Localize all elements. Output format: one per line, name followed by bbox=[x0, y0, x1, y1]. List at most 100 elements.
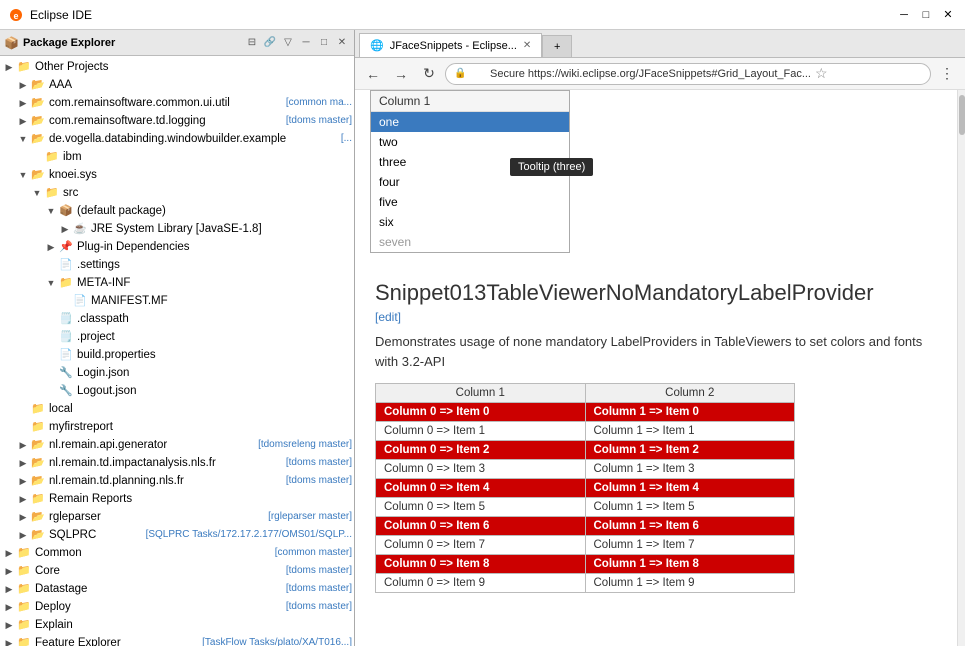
tree-item[interactable]: ▶📂nl.remain.api.generator [tdomsreleng m… bbox=[0, 436, 354, 454]
minimize-button[interactable]: ─ bbox=[895, 6, 913, 24]
browser-menu-button[interactable]: ⋮ bbox=[935, 62, 959, 86]
table-cell-col2: Column 1 => Item 9 bbox=[585, 574, 795, 593]
tree-arrow: ▶ bbox=[16, 492, 30, 506]
table-cell-col1: Column 0 => Item 0 bbox=[376, 403, 586, 422]
tree-label: build.properties bbox=[77, 347, 352, 363]
link-button[interactable]: 🔗 bbox=[262, 35, 278, 51]
tree-item[interactable]: ▶📁Feature Explorer [TaskFlow Tasks/plato… bbox=[0, 634, 354, 646]
tree-item[interactable]: ▶📂rgleparser [rgleparser master] bbox=[0, 508, 354, 526]
tree-arrow: ▶ bbox=[2, 60, 16, 74]
tree-item[interactable]: 📁ibm bbox=[0, 148, 354, 166]
close-button[interactable]: ✕ bbox=[939, 6, 957, 24]
table-cell-col2: Column 1 => Item 7 bbox=[585, 536, 795, 555]
view-menu-button[interactable]: ▽ bbox=[280, 35, 296, 51]
edit-link[interactable]: [edit] bbox=[375, 310, 937, 324]
tree-label: Common bbox=[35, 545, 271, 561]
table-cell-col1: Column 0 => Item 6 bbox=[376, 517, 586, 536]
scrollbar-thumb[interactable] bbox=[959, 95, 965, 135]
minimize-view-button[interactable]: ─ bbox=[298, 35, 314, 51]
table-cell-col1: Column 0 => Item 2 bbox=[376, 441, 586, 460]
tree-item[interactable]: ▶📂nl.remain.td.planning.nls.fr [tdoms ma… bbox=[0, 472, 354, 490]
tree-item[interactable]: ▶📂com.remainsoftware.common.ui.util [com… bbox=[0, 94, 354, 112]
title-bar: e Eclipse IDE ─ □ ✕ bbox=[0, 0, 965, 30]
forward-button[interactable]: → bbox=[389, 62, 413, 86]
table-cell-col2: Column 1 => Item 1 bbox=[585, 422, 795, 441]
tree-arrow: ▶ bbox=[16, 528, 30, 542]
tree-label: com.remainsoftware.common.ui.util bbox=[49, 95, 282, 111]
tree-item[interactable]: ▶☕JRE System Library [JavaSE-1.8] bbox=[0, 220, 354, 238]
maximize-view-button[interactable]: □ bbox=[316, 35, 332, 51]
table-header-col1: Column 1 bbox=[376, 384, 586, 403]
tree-item[interactable]: 🔧Login.json bbox=[0, 364, 354, 382]
dropdown-item-four[interactable]: four bbox=[371, 172, 569, 192]
tree-arrow: ▼ bbox=[16, 168, 30, 182]
tree-item[interactable]: ▶📁Remain Reports bbox=[0, 490, 354, 508]
table-row: Column 0 => Item 6Column 1 => Item 6 bbox=[376, 517, 795, 536]
tree-tag: [common master] bbox=[275, 545, 352, 561]
tree-tag: [tdoms master] bbox=[286, 113, 352, 129]
table-cell-col2: Column 1 => Item 3 bbox=[585, 460, 795, 479]
left-panel: 📦 Package Explorer ⊟ 🔗 ▽ ─ □ ✕ ▶📁Other P… bbox=[0, 30, 355, 646]
dropdown-item-two[interactable]: two bbox=[371, 132, 569, 152]
tree-item[interactable]: ▶📂nl.remain.td.impactanalysis.nls.fr [td… bbox=[0, 454, 354, 472]
tree-label: nl.remain.api.generator bbox=[49, 437, 254, 453]
tree-label: Datastage bbox=[35, 581, 282, 597]
tree-label: Login.json bbox=[77, 365, 352, 381]
tree-item[interactable]: ▶📁Common [common master] bbox=[0, 544, 354, 562]
new-tab-button[interactable]: + bbox=[542, 35, 572, 57]
dropdown-item-six[interactable]: six bbox=[371, 212, 569, 232]
dropdown-item-seven[interactable]: seven bbox=[371, 232, 569, 252]
tree-item[interactable]: 📁local bbox=[0, 400, 354, 418]
tree-item[interactable]: 📄build.properties bbox=[0, 346, 354, 364]
dropdown-item-one[interactable]: one bbox=[371, 112, 569, 132]
table-cell-col1: Column 0 => Item 9 bbox=[376, 574, 586, 593]
tree-item[interactable]: ▶📁Core [tdoms master] bbox=[0, 562, 354, 580]
tree-icon: 📂 bbox=[30, 167, 46, 183]
tree-arrow: ▶ bbox=[2, 636, 16, 646]
dropdown-item-five[interactable]: five bbox=[371, 192, 569, 212]
tree-item[interactable]: 🗒️.project bbox=[0, 328, 354, 346]
tree-item[interactable]: ▶📌Plug-in Dependencies bbox=[0, 238, 354, 256]
table-row: Column 0 => Item 8Column 1 => Item 8 bbox=[376, 555, 795, 574]
address-field[interactable]: 🔒 Secure https://wiki.eclipse.org/JFaceS… bbox=[445, 63, 931, 85]
main-container: 📦 Package Explorer ⊟ 🔗 ▽ ─ □ ✕ ▶📁Other P… bbox=[0, 30, 965, 646]
app-icon: e bbox=[8, 7, 24, 23]
tree-item[interactable]: ▶📁Explain bbox=[0, 616, 354, 634]
tree-icon: 🔧 bbox=[58, 365, 74, 381]
collapse-all-button[interactable]: ⊟ bbox=[244, 35, 260, 51]
browser-scrollbar[interactable] bbox=[957, 90, 965, 646]
tree-item[interactable]: 🗒️.classpath bbox=[0, 310, 354, 328]
tree-item[interactable]: ▼📂de.vogella.databinding.windowbuilder.e… bbox=[0, 130, 354, 148]
tree-item[interactable]: ▶📁Other Projects bbox=[0, 58, 354, 76]
tree-item[interactable]: 📄.settings bbox=[0, 256, 354, 274]
tree-item[interactable]: ▶📂com.remainsoftware.td.logging [tdoms m… bbox=[0, 112, 354, 130]
tree-icon: 📁 bbox=[16, 635, 32, 646]
tree-item[interactable]: ▼📁META-INF bbox=[0, 274, 354, 292]
tree-arrow: ▶ bbox=[2, 546, 16, 560]
dropdown-item-three[interactable]: three bbox=[371, 152, 569, 172]
tree-arrow bbox=[16, 420, 30, 434]
window-controls: ─ □ ✕ bbox=[895, 6, 957, 24]
bookmark-star-icon[interactable]: ☆ bbox=[815, 65, 828, 82]
tab-close-button[interactable]: ✕ bbox=[523, 40, 531, 51]
tree-item[interactable]: ▶📂SQLPRC [SQLPRC Tasks/172.17.2.177/OMS0… bbox=[0, 526, 354, 544]
close-view-button[interactable]: ✕ bbox=[334, 35, 350, 51]
tree-item[interactable]: 📄MANIFEST.MF bbox=[0, 292, 354, 310]
maximize-button[interactable]: □ bbox=[917, 6, 935, 24]
tree-arrow: ▶ bbox=[16, 456, 30, 470]
tree-item[interactable]: ▼📁src bbox=[0, 184, 354, 202]
data-table: Column 1 Column 2 Column 0 => Item 0Colu… bbox=[375, 383, 795, 593]
tree-item[interactable]: ▼📦(default package) bbox=[0, 202, 354, 220]
tree-item[interactable]: ▼📂knoei.sys bbox=[0, 166, 354, 184]
tree-item[interactable]: ▶📂AAA bbox=[0, 76, 354, 94]
table-cell-col1: Column 0 => Item 4 bbox=[376, 479, 586, 498]
back-button[interactable]: ← bbox=[361, 62, 385, 86]
tree-item[interactable]: 🔧Logout.json bbox=[0, 382, 354, 400]
tree-item[interactable]: 📁myfirstreport bbox=[0, 418, 354, 436]
tree-item[interactable]: ▶📁Deploy [tdoms master] bbox=[0, 598, 354, 616]
tree-item[interactable]: ▶📁Datastage [tdoms master] bbox=[0, 580, 354, 598]
tree-label: rgleparser bbox=[49, 509, 264, 525]
browser-tab-active[interactable]: 🌐 JFaceSnippets - Eclipse... ✕ bbox=[359, 33, 542, 57]
tree-tag: [SQLPRC Tasks/172.17.2.177/OMS01/SQLP... bbox=[146, 527, 352, 543]
refresh-button[interactable]: ↻ bbox=[417, 62, 441, 86]
